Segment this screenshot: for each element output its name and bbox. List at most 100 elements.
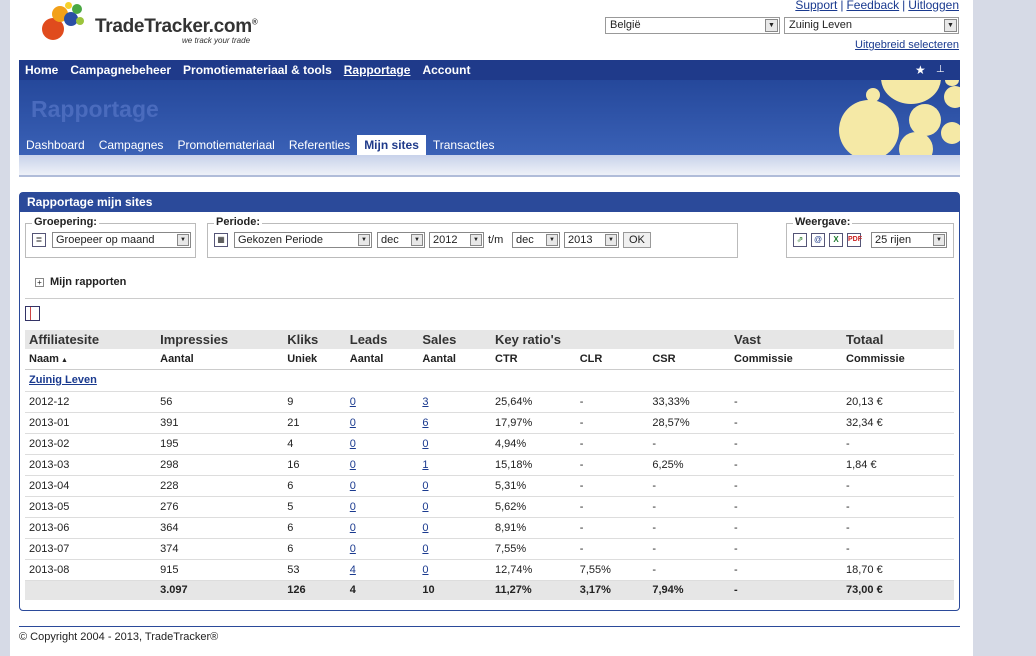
- table-cell: 33,33%: [648, 391, 731, 413]
- subnav-campaigns[interactable]: Campagnes: [92, 135, 171, 155]
- column-header-cell: Uniek: [283, 349, 346, 370]
- column-header-label: Aantal: [160, 352, 194, 365]
- table-cell: 6: [283, 538, 346, 560]
- subnav-dashboard[interactable]: Dashboard: [19, 135, 92, 155]
- table-cell: -: [730, 496, 842, 518]
- column-header-cell: CSR: [648, 349, 731, 370]
- total-cell: 11,27%: [491, 580, 576, 600]
- table-row: 2013-07 374 6 0 0 7,55% - - - -: [25, 538, 954, 560]
- table-cell: 17,97%: [491, 412, 576, 434]
- table-cell: -: [842, 517, 954, 539]
- page: TradeTracker.com® we track your trade Su…: [10, 0, 973, 656]
- column-header-cell: Aantal: [156, 349, 284, 370]
- sales-link[interactable]: 0: [422, 564, 428, 576]
- to-year-select[interactable]: 2013 ▼: [564, 232, 619, 248]
- table-cell: 8,91%: [491, 517, 576, 539]
- tradetracker-logo[interactable]: TradeTracker.com® we track your trade: [38, 2, 278, 52]
- leads-link[interactable]: 0: [350, 438, 356, 450]
- logout-link[interactable]: Uitloggen: [908, 0, 959, 12]
- sales-link[interactable]: 3: [422, 396, 428, 408]
- sales-link[interactable]: 0: [422, 522, 428, 534]
- period-select[interactable]: Gekozen Periode ▼: [234, 232, 372, 248]
- group-header-cell: [575, 330, 649, 349]
- total-cell: 4: [345, 580, 419, 600]
- sitemap-icon[interactable]: ⊥: [936, 64, 945, 75]
- table-row: 2013-04 228 6 0 0 5,31% - - - -: [25, 475, 954, 497]
- nav-home[interactable]: Home: [19, 60, 64, 77]
- nav-account[interactable]: Account: [416, 60, 476, 77]
- country-select[interactable]: België ▼: [605, 17, 780, 34]
- star-icon[interactable]: ★: [915, 63, 926, 77]
- period-box: Periode: ▦ Gekozen Periode ▼ dec ▼ 2012 ▼ t…: [207, 216, 738, 258]
- table-cell: 2013-04: [25, 475, 157, 497]
- leads-link[interactable]: 0: [350, 522, 356, 534]
- leads-link[interactable]: 0: [350, 417, 356, 429]
- chevron-down-icon: ▼: [933, 234, 945, 246]
- table-cell: 28,57%: [648, 412, 731, 434]
- banner-title: Rapportage: [31, 96, 159, 122]
- ok-button[interactable]: OK: [623, 232, 651, 248]
- logo-dot-icon: [72, 4, 82, 14]
- subnav-transactions[interactable]: Transacties: [426, 135, 502, 155]
- leads-link[interactable]: 0: [350, 459, 356, 471]
- sales-link[interactable]: 6: [422, 417, 428, 429]
- table-cell: -: [575, 454, 649, 476]
- table-group-header: Affiliatesite Impressies Kliks Leads Sales Ke…: [25, 330, 954, 349]
- advanced-select-link[interactable]: Uitgebreid selecteren: [855, 39, 959, 51]
- my-reports-toggle[interactable]: + Mijn rapporten: [35, 276, 126, 288]
- export-icon[interactable]: ⇗: [793, 233, 807, 247]
- sort-ascending-icon: ▲: [60, 356, 68, 364]
- view-label: Weergave:: [793, 216, 853, 228]
- chevron-down-icon: ▼: [177, 234, 189, 246]
- subnav-my-sites[interactable]: Mijn sites: [357, 135, 426, 155]
- excel-icon[interactable]: X: [829, 233, 843, 247]
- sales-link[interactable]: 0: [422, 480, 428, 492]
- leads-link[interactable]: 4: [350, 564, 356, 576]
- group-header-cell: Impressies: [156, 330, 284, 349]
- sales-link[interactable]: 1: [422, 459, 428, 471]
- table-cell: 18,70 €: [842, 559, 954, 581]
- column-header-label: Aantal: [422, 352, 456, 365]
- pdf-icon[interactable]: PDF: [847, 233, 862, 247]
- support-link[interactable]: Support: [795, 0, 837, 12]
- subnav-references[interactable]: Referenties: [282, 135, 357, 155]
- group-header-cell: [648, 330, 731, 349]
- column-chooser-icon[interactable]: [25, 306, 40, 321]
- table-cell: -: [842, 538, 954, 560]
- nav-reporting[interactable]: Rapportage: [338, 60, 417, 77]
- leads-link[interactable]: 0: [350, 543, 356, 555]
- from-year-select[interactable]: 2012 ▼: [429, 232, 484, 248]
- sort-name-header[interactable]: Naam ▲: [25, 349, 157, 370]
- subnav-promo[interactable]: Promotiemateriaal: [170, 135, 281, 155]
- column-header-label: Commissie: [846, 352, 905, 365]
- site-group-link[interactable]: Zuinig Leven: [29, 374, 97, 386]
- table-cell: 16: [283, 454, 346, 476]
- to-month-select[interactable]: dec ▼: [512, 232, 560, 248]
- table-cell: 0: [418, 496, 491, 518]
- table-cell: 0: [345, 475, 419, 497]
- banner-decoration: [945, 80, 959, 86]
- table-cell: 0: [345, 391, 419, 413]
- rows-value: 25 rijen: [875, 234, 912, 246]
- country-value: België: [610, 19, 641, 31]
- feedback-link[interactable]: Feedback: [846, 0, 899, 12]
- sales-link[interactable]: 0: [422, 438, 428, 450]
- from-month-select[interactable]: dec ▼: [377, 232, 425, 248]
- table-row: 2013-06 364 6 0 0 8,91% - - - -: [25, 517, 954, 539]
- leads-link[interactable]: 0: [350, 396, 356, 408]
- nav-campaign-management[interactable]: Campagnebeheer: [64, 60, 177, 77]
- table-cell: 1: [418, 454, 491, 476]
- column-header-label: Commissie: [734, 352, 793, 365]
- leads-link[interactable]: 0: [350, 501, 356, 513]
- report-panel: Rapportage mijn sites Groepering: ≣ Groe…: [19, 192, 960, 611]
- table-cell: -: [730, 517, 842, 539]
- sales-link[interactable]: 0: [422, 543, 428, 555]
- leads-link[interactable]: 0: [350, 480, 356, 492]
- site-select[interactable]: Zuinig Leven ▼: [784, 17, 959, 34]
- table-row: 2013-05 276 5 0 0 5,62% - - - -: [25, 496, 954, 518]
- nav-promo-tools[interactable]: Promotiemateriaal & tools: [177, 60, 338, 77]
- email-report-icon[interactable]: @: [811, 233, 825, 247]
- sales-link[interactable]: 0: [422, 501, 428, 513]
- rows-select[interactable]: 25 rijen ▼: [871, 232, 947, 248]
- grouping-select[interactable]: Groepeer op maand ▼: [52, 232, 191, 248]
